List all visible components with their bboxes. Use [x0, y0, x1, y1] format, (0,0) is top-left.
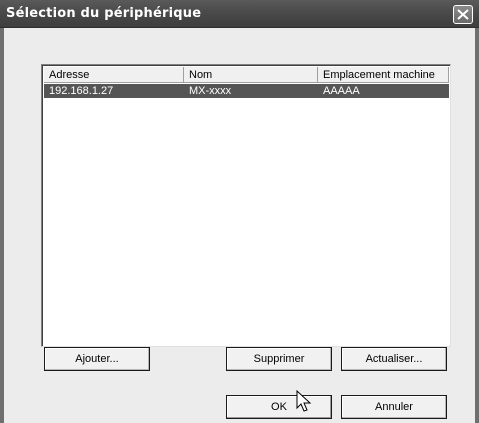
dialog-window: Sélection du périphérique Adresse Nom Em… — [0, 0, 479, 423]
delete-button[interactable]: Supprimer — [226, 347, 332, 371]
column-header-name[interactable]: Nom — [184, 67, 318, 83]
cancel-button[interactable]: Annuler — [341, 395, 447, 419]
column-header-location[interactable]: Emplacement machine — [318, 67, 449, 83]
refresh-button[interactable]: Actualiser... — [341, 347, 447, 371]
add-button[interactable]: Ajouter... — [44, 347, 150, 371]
cell-location: AAAAA — [323, 85, 360, 97]
window-title: Sélection du périphérique — [6, 6, 202, 21]
close-icon — [457, 9, 469, 20]
device-list[interactable]: Adresse Nom Emplacement machine 192.168.… — [41, 64, 451, 347]
cell-address: 192.168.1.27 — [49, 85, 114, 97]
ok-button[interactable]: OK — [226, 395, 332, 419]
window-frame-right — [475, 28, 479, 423]
column-header-address[interactable]: Adresse — [44, 67, 184, 83]
close-button[interactable] — [453, 5, 473, 24]
table-row[interactable]: 192.168.1.27 MX-xxxx AAAAA — [44, 84, 449, 98]
list-header: Adresse Nom Emplacement machine — [44, 67, 449, 84]
window-frame-left — [0, 28, 4, 423]
cell-name: MX-xxxx — [189, 85, 232, 97]
mouse-pointer-icon — [296, 390, 312, 412]
title-bar[interactable]: Sélection du périphérique — [0, 0, 479, 28]
